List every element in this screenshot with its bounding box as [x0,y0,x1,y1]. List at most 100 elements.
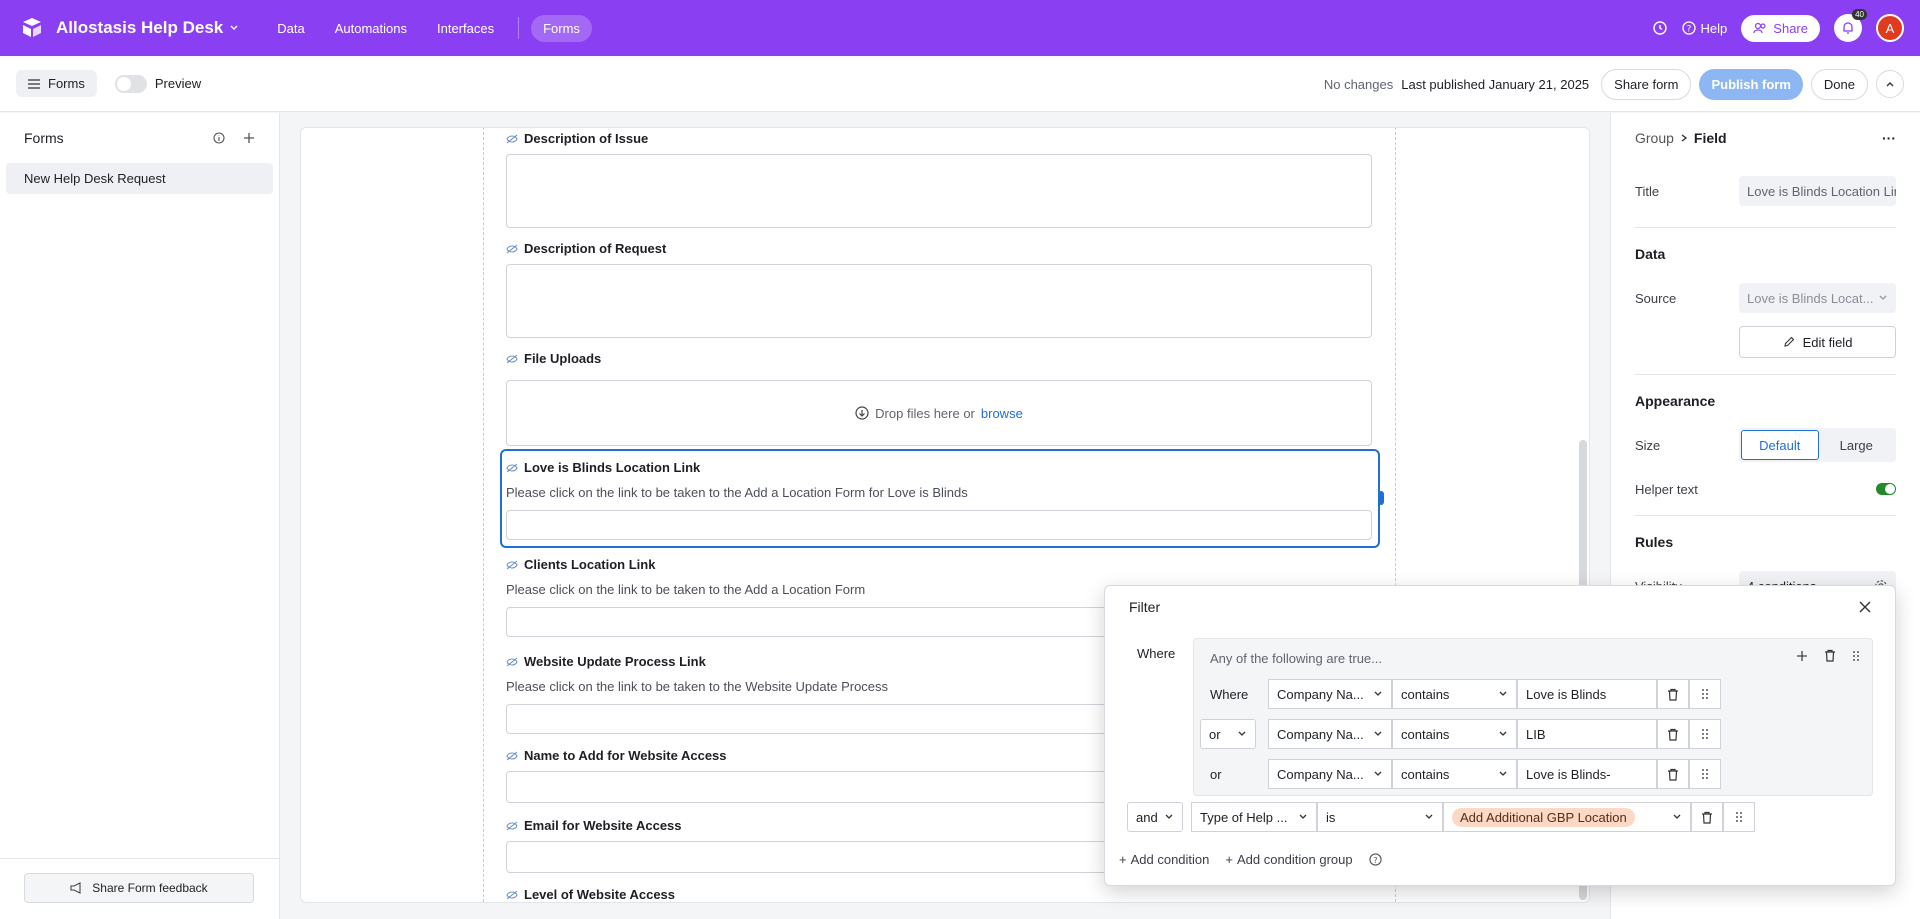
publish-actions: No changes Last published January 21, 20… [1324,56,1904,112]
app-logo-icon[interactable] [20,16,44,40]
trash-icon[interactable] [1824,649,1836,662]
info-icon[interactable] [213,132,225,144]
collapse-button[interactable] [1876,70,1904,98]
field-input[interactable] [506,264,1372,338]
add-condition-button[interactable]: + Add condition [1119,852,1209,867]
preview-toggle[interactable] [114,74,147,93]
condition-conjunction: or [1210,766,1222,782]
field-input[interactable] [506,154,1372,228]
nav-forms[interactable]: Forms [531,14,592,42]
title-input[interactable]: Love is Blinds Location Link [1739,176,1896,206]
field-description-of-request[interactable]: Description of Request [506,241,1372,338]
helper-text-switch[interactable] [1876,483,1896,495]
condition-value-select[interactable]: Add Additional GBP Location [1443,802,1691,832]
avatar[interactable]: A [1876,14,1904,42]
helper-text-label: Helper text [1635,481,1698,497]
field-label-row: Level of Website Access [506,887,1372,902]
source-value: Love is Blinds Locat... [1747,290,1874,306]
condition-operator-select[interactable]: contains [1392,759,1517,789]
add-icon[interactable] [243,132,255,144]
add-condition-group-button[interactable]: + Add condition group [1225,852,1352,867]
done-button[interactable]: Done [1810,68,1868,100]
share-feedback-button[interactable]: Share Form feedback [24,873,254,903]
delete-condition-button[interactable] [1657,719,1689,749]
condition-operator-select[interactable]: contains [1392,719,1517,749]
condition-field: Company Na... [1277,766,1364,782]
chevron-down-icon [1374,691,1382,696]
source-label: Source [1635,290,1677,306]
app-title[interactable]: Allostasis Help Desk [56,18,239,38]
form-toolbar: Forms Preview No changes Last published … [0,56,1920,112]
field-label-row: File Uploads [506,351,1372,366]
option-tag: Add Additional GBP Location [1452,807,1635,827]
condition-value-input[interactable]: Love is Blinds- [1517,759,1657,789]
share-form-button[interactable]: Share form [1601,68,1692,100]
size-option-default[interactable]: Default [1741,430,1819,460]
condition-field-select[interactable]: Type of Help ... [1191,802,1317,832]
forms-menu-button[interactable]: Forms [16,70,97,97]
condition-field-select[interactable]: Company Na... [1268,719,1392,749]
condition-field-select[interactable]: Company Na... [1268,759,1392,789]
add-icon[interactable] [1796,650,1808,662]
condition-operator: contains [1401,766,1450,782]
condition-operator: contains [1401,726,1450,742]
field-level-of-website-access[interactable]: Level of Website Access [506,887,1372,902]
notifications-button[interactable]: 40 [1834,9,1867,42]
chevron-down-icon [1238,731,1246,736]
condition-operator-select[interactable]: contains [1392,679,1517,709]
browse-link[interactable]: browse [981,406,1023,421]
drag-condition-button[interactable] [1689,719,1721,749]
condition-value-input[interactable]: Love is Blinds [1517,679,1657,709]
more-options-icon[interactable]: ··· [1882,130,1896,146]
nav-data[interactable]: Data [265,15,316,42]
breadcrumb-group[interactable]: Group [1635,130,1674,146]
drag-condition-button[interactable] [1689,759,1721,789]
size-option-large[interactable]: Large [1819,430,1895,460]
condition-group: Any of the following are true... Where C… [1193,638,1873,796]
help-button[interactable]: ? Help [1681,21,1727,36]
chevron-down-icon [1165,814,1173,819]
users-icon [1753,22,1766,34]
chevron-down-icon [1673,814,1681,819]
sidebar-item-new-help-desk-request[interactable]: New Help Desk Request [6,163,273,194]
close-icon[interactable] [1859,601,1871,613]
condition-conjunction: or [1209,726,1221,742]
history-icon[interactable] [1652,20,1668,36]
drag-handle-icon [1736,812,1742,822]
condition-value-input[interactable]: LIB [1517,719,1657,749]
nav-interfaces[interactable]: Interfaces [425,15,506,42]
delete-condition-button[interactable] [1657,759,1689,789]
field-file-uploads[interactable]: File Uploads Drop files here or browse [506,351,1372,446]
divider [1635,227,1896,228]
source-select[interactable]: Love is Blinds Locat... [1739,283,1896,313]
resize-handle[interactable] [1378,491,1384,505]
field-description-of-issue[interactable]: Description of Issue [506,131,1372,228]
conjunction-select[interactable]: or [1200,719,1256,749]
drag-condition-button[interactable] [1689,679,1721,709]
publish-form-button[interactable]: Publish form [1699,68,1803,100]
share-button[interactable]: Share [1741,14,1820,42]
condition-row: Where Company Na... contains Love is Bli… [1200,679,1721,709]
conjunction-select[interactable]: and [1127,802,1183,832]
main-nav: Data Automations Interfaces Forms [265,14,592,42]
drag-condition-button[interactable] [1723,802,1755,832]
field-label: Website Update Process Link [524,654,706,669]
help-icon[interactable]: ? [1368,853,1382,866]
group-actions [1796,649,1860,662]
condition-operator: contains [1401,686,1450,702]
file-drop-zone[interactable]: Drop files here or browse [506,380,1372,446]
filter-title: Filter [1129,599,1161,615]
nav-automations[interactable]: Automations [323,15,419,42]
drag-handle-icon[interactable] [1852,650,1860,662]
trash-icon [1668,768,1678,781]
field-label: Name to Add for Website Access [524,748,727,763]
edit-field-button[interactable]: Edit field [1739,326,1896,358]
trash-icon [1702,811,1712,824]
hidden-eye-icon [506,890,518,899]
notification-count: 40 [1852,9,1867,20]
drag-handle-icon [1702,729,1708,739]
condition-operator-select[interactable]: is [1317,802,1443,832]
delete-condition-button[interactable] [1657,679,1689,709]
condition-field-select[interactable]: Company Na... [1268,679,1392,709]
delete-condition-button[interactable] [1691,802,1723,832]
